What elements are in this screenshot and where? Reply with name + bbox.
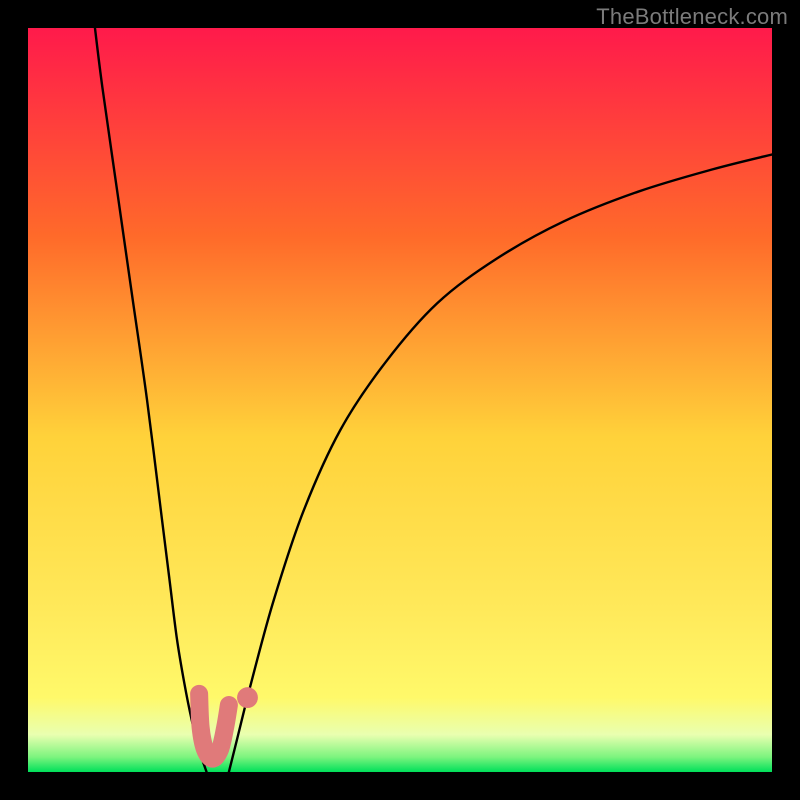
chart-svg [28, 28, 772, 772]
chart-frame: TheBottleneck.com [0, 0, 800, 800]
right-dot [237, 687, 258, 708]
plot-area [28, 28, 772, 772]
gradient-background [28, 28, 772, 772]
watermark-text: TheBottleneck.com [596, 4, 788, 30]
